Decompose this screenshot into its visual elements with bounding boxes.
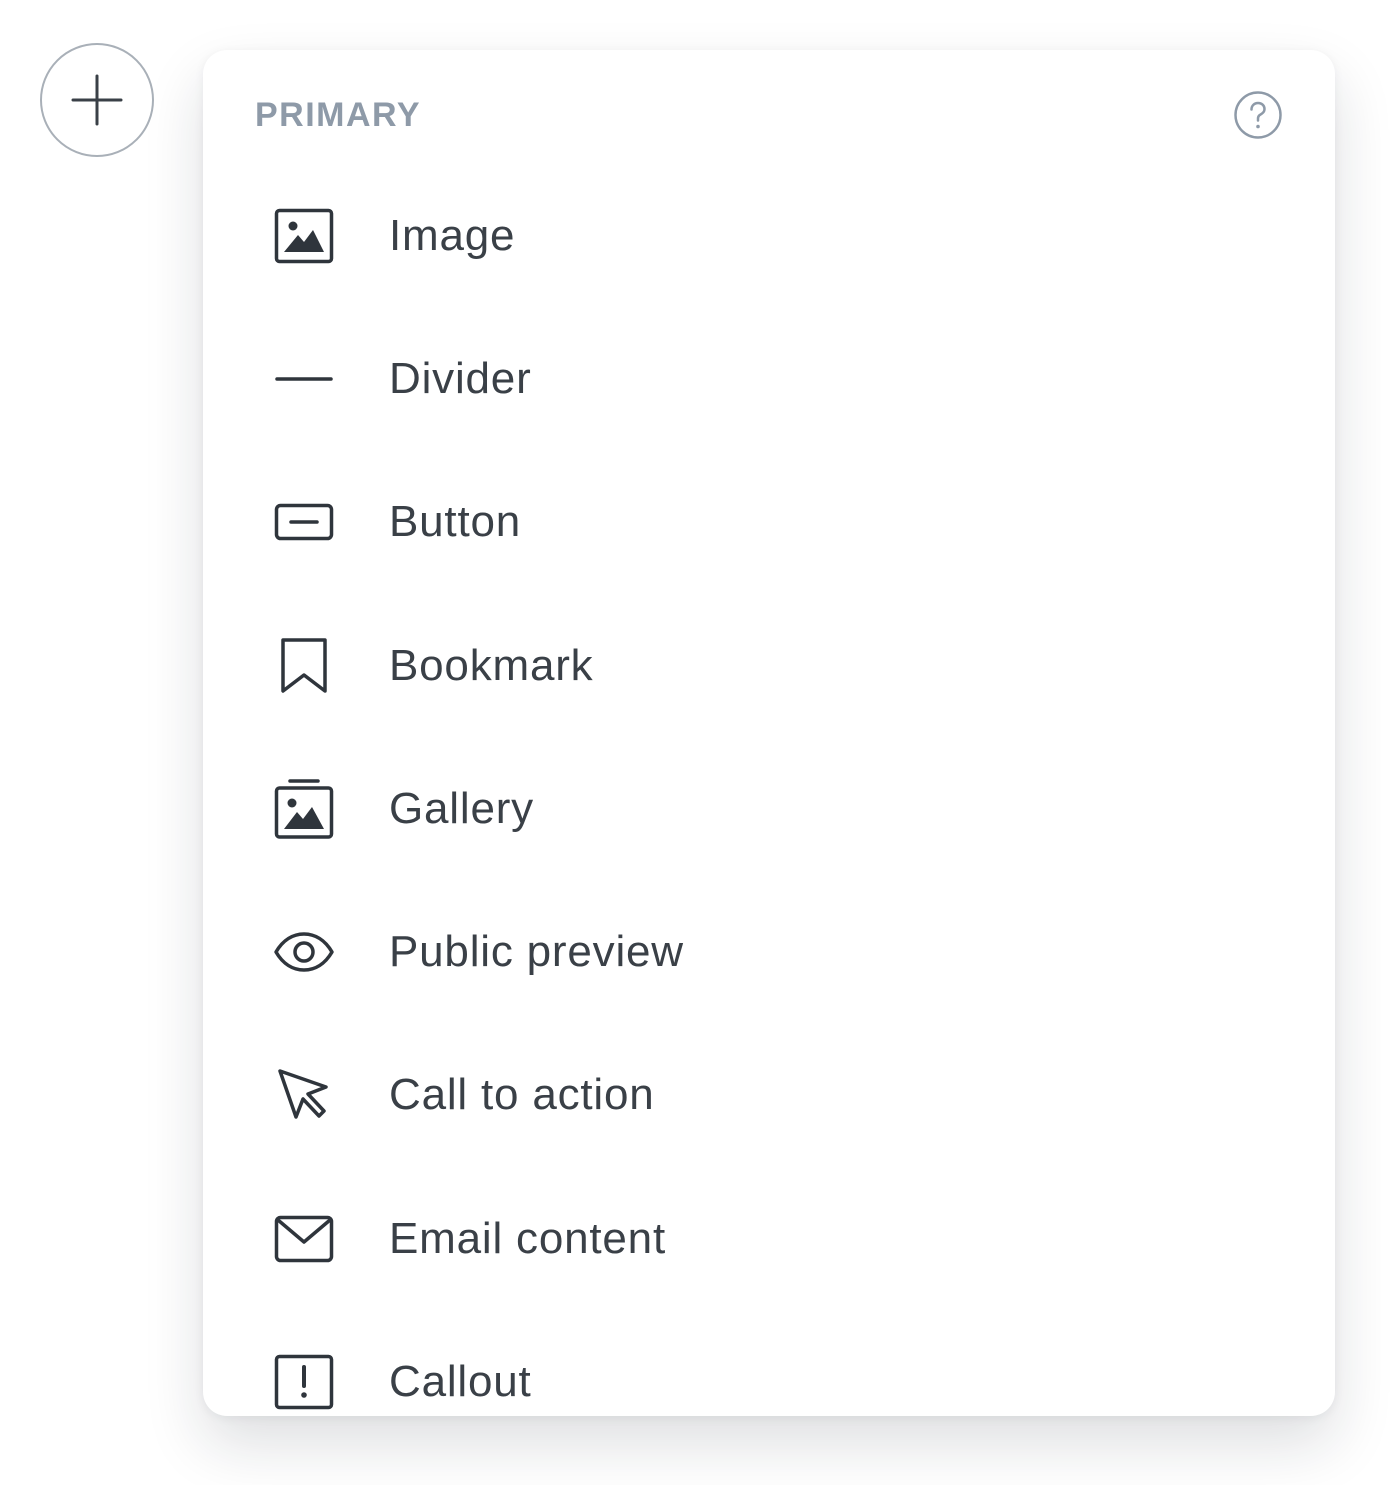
bookmark-icon — [273, 635, 335, 697]
menu-item-label: Image — [389, 210, 516, 260]
question-circle-icon[interactable] — [1233, 90, 1283, 140]
plus-icon — [71, 74, 123, 126]
menu-item-label: Bookmark — [389, 640, 594, 690]
menu-item-label: Gallery — [389, 783, 534, 833]
envelope-icon — [273, 1208, 335, 1270]
button-icon — [273, 491, 335, 553]
menu-item-bookmark[interactable]: Bookmark — [203, 594, 1335, 737]
menu-item-email-content[interactable]: Email content — [203, 1167, 1335, 1310]
menu-item-label: Divider — [389, 353, 532, 403]
menu-item-gallery[interactable]: Gallery — [203, 737, 1335, 880]
menu-item-button[interactable]: Button — [203, 451, 1335, 594]
menu-item-label: Callout — [389, 1357, 532, 1407]
editor-canvas: PRIMARY Image Divider Button Bookmark Ga… — [0, 0, 1400, 1485]
menu-items: Image Divider Button Bookmark Gallery Pu… — [203, 164, 1335, 1416]
gallery-icon — [273, 778, 335, 840]
menu-header: PRIMARY — [255, 90, 1283, 140]
menu-item-label: Email content — [389, 1213, 666, 1263]
cursor-icon — [273, 1064, 335, 1126]
menu-item-call-to-action[interactable]: Call to action — [203, 1024, 1335, 1167]
card-menu: PRIMARY Image Divider Button Bookmark Ga… — [203, 50, 1335, 1416]
eye-icon — [273, 921, 335, 983]
divider-icon — [273, 348, 335, 410]
image-icon — [273, 205, 335, 267]
menu-item-divider[interactable]: Divider — [203, 307, 1335, 450]
menu-item-label: Button — [389, 497, 522, 547]
menu-item-callout[interactable]: Callout — [203, 1310, 1335, 1416]
add-card-button[interactable] — [40, 43, 154, 157]
menu-item-public-preview[interactable]: Public preview — [203, 880, 1335, 1023]
menu-item-label: Public preview — [389, 927, 684, 977]
section-label: PRIMARY — [255, 95, 422, 134]
menu-item-label: Call to action — [389, 1070, 655, 1120]
menu-item-image[interactable]: Image — [203, 164, 1335, 307]
exclamation-box-icon — [273, 1351, 335, 1413]
